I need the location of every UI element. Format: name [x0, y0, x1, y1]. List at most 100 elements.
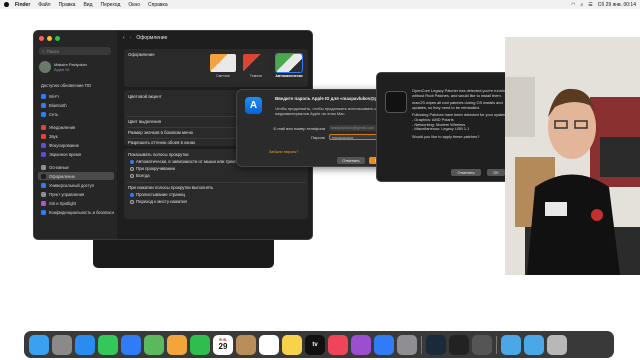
appearance-light-label: Светлое: [215, 74, 231, 78]
safari-icon[interactable]: [75, 334, 95, 355]
webcam-overlay: [505, 37, 640, 275]
sidebar-item-icon: [41, 93, 46, 99]
page-title: Оформление: [136, 35, 168, 41]
minimize-icon[interactable]: [47, 36, 52, 41]
oclp-ok-button[interactable]: OK: [487, 169, 505, 176]
forgot-password-link[interactable]: Забыли пароль?: [269, 150, 298, 154]
software-update-hint[interactable]: Доступно обновление ПО: [38, 81, 114, 89]
screenshot-icon[interactable]: [472, 334, 492, 355]
clock[interactable]: Сб 29 янв. 00:14: [598, 2, 636, 8]
sidebar-item[interactable]: Сеть: [38, 110, 114, 118]
radio-icon: [130, 192, 134, 197]
menu-edit[interactable]: Правка: [59, 2, 76, 8]
scrollbar-option-scrolling[interactable]: При прокручивании: [130, 166, 175, 171]
photos-icon[interactable]: [167, 334, 187, 355]
podcasts-icon[interactable]: [351, 334, 371, 355]
sidebar-item[interactable]: Экранное время: [38, 150, 114, 158]
forward-icon[interactable]: ›: [130, 35, 132, 41]
window-controls: [39, 36, 60, 41]
folder-downloads-icon[interactable]: [501, 334, 521, 355]
oclp-cancel-button[interactable]: Отменить: [451, 169, 481, 176]
sidebar-item[interactable]: Звук: [38, 132, 114, 140]
appearance-dark-label: Темное: [249, 74, 263, 78]
settings-icon[interactable]: [397, 334, 417, 355]
close-icon[interactable]: [39, 36, 44, 41]
wifi-icon[interactable]: ◠: [571, 2, 575, 8]
oclp-logo-icon: [385, 91, 407, 113]
sidebar-item[interactable]: Оформление: [38, 172, 114, 180]
sidebar-item-label: Siri и Spotlight: [49, 200, 77, 206]
sidebar-item-label: Звук: [49, 133, 58, 139]
contacts-icon[interactable]: [236, 334, 256, 355]
sidebar-item-label: Оформление: [49, 173, 75, 179]
appearance-auto-label: Автоматически: [275, 74, 303, 78]
sidebar-item-icon: [41, 164, 46, 170]
sidebar-item[interactable]: Конфиденциальность и безопасность: [38, 208, 114, 216]
apple-menu-icon[interactable]: [4, 2, 9, 7]
sidebar-item[interactable]: Уведомления: [38, 123, 114, 131]
calendar-icon[interactable]: ЯНВ. 29: [213, 334, 233, 355]
sidebar-item[interactable]: Bluetooth: [38, 101, 114, 109]
scrollbar-option-auto[interactable]: Автоматически, в зависимости от мыши или…: [130, 159, 244, 164]
click-option-jump[interactable]: Переход к месту нажатия: [130, 199, 187, 204]
oclp-patch-item: - Miscellaneous: Legacy USB 1.1: [412, 126, 470, 132]
sidebar-item-icon: [41, 102, 46, 108]
appearance-light-thumb[interactable]: [210, 54, 236, 72]
finder-icon[interactable]: [29, 334, 49, 355]
sidebar-item[interactable]: Универсальный доступ: [38, 181, 114, 189]
menu-view[interactable]: Вид: [83, 2, 92, 8]
sidebar-item-icon: [41, 182, 46, 188]
appstore-icon[interactable]: [374, 334, 394, 355]
maps-icon[interactable]: [144, 334, 164, 355]
click-option-page[interactable]: Пролистывание страниц: [130, 192, 185, 197]
dock-separator: [421, 335, 422, 354]
menu-help[interactable]: Справка: [148, 2, 168, 8]
wallpaper-tint-label: Разрешить оттенок обоев в окнах: [128, 140, 196, 145]
zoom-icon[interactable]: [55, 36, 60, 41]
sidebar-item-icon: [41, 173, 46, 179]
email-label: E-mail или номер телефона: [273, 126, 326, 131]
notes-icon[interactable]: [282, 334, 302, 355]
control-center-icon[interactable]: ☰: [588, 2, 592, 8]
menu-window[interactable]: Окно: [128, 2, 140, 8]
menu-file[interactable]: Файл: [38, 2, 50, 8]
reminders-icon[interactable]: [259, 334, 279, 355]
sidebar-item[interactable]: Пункт управления: [38, 190, 114, 198]
messages-icon[interactable]: [98, 334, 118, 355]
sidebar-item-icon: [41, 191, 46, 197]
sidebar-item-label: Сеть: [49, 111, 59, 117]
radio-icon: [130, 199, 134, 204]
cancel-button[interactable]: Отменить: [337, 157, 365, 164]
sidebar-item-label: Фокусирование: [49, 142, 80, 148]
sidebar-item-label: Bluetooth: [49, 102, 67, 108]
scrollbar-option-always[interactable]: Всегда: [130, 173, 150, 178]
search-icon[interactable]: ⌕: [580, 2, 583, 8]
appearance-dark-thumb[interactable]: [243, 54, 269, 72]
menu-bar: Finder Файл Правка Вид Переход Окно Спра…: [0, 0, 640, 9]
tv-icon[interactable]: tv: [305, 334, 325, 355]
facetime-icon[interactable]: [190, 334, 210, 355]
oclp-icon[interactable]: [426, 334, 446, 355]
mail-icon[interactable]: [121, 334, 141, 355]
sidebar-item[interactable]: Основные: [38, 163, 114, 171]
click-option-jump-label: Переход к месту нажатия: [136, 199, 187, 204]
launchpad-icon[interactable]: [52, 334, 72, 355]
menu-go[interactable]: Переход: [101, 2, 121, 8]
terminal-icon[interactable]: [449, 334, 469, 355]
music-icon[interactable]: [328, 334, 348, 355]
sidebar-item-label: Экранное время: [49, 151, 81, 157]
trash-icon[interactable]: [547, 334, 567, 355]
appearance-label: Оформление: [128, 52, 155, 57]
back-icon[interactable]: ‹: [123, 35, 125, 41]
menu-app-name[interactable]: Finder: [15, 2, 30, 8]
highlight-label: Цвет выделения: [128, 119, 161, 124]
apple-id-account[interactable]: Maksim Pavlyukov Apple ID: [39, 59, 114, 75]
scrollbar-label: Показывать полосы прокрутки: [128, 152, 189, 157]
sidebar-item[interactable]: Siri и Spotlight: [38, 199, 114, 207]
search-input[interactable]: ⌕ Поиск: [39, 47, 111, 55]
folder-icon[interactable]: [524, 334, 544, 355]
sidebar-item[interactable]: Wi-Fi: [38, 92, 114, 100]
sidebar-item[interactable]: Фокусирование: [38, 141, 114, 149]
appearance-auto-thumb[interactable]: [275, 53, 303, 73]
settings-sidebar: ⌕ Поиск Maksim Pavlyukov Apple ID Доступ…: [34, 31, 117, 239]
